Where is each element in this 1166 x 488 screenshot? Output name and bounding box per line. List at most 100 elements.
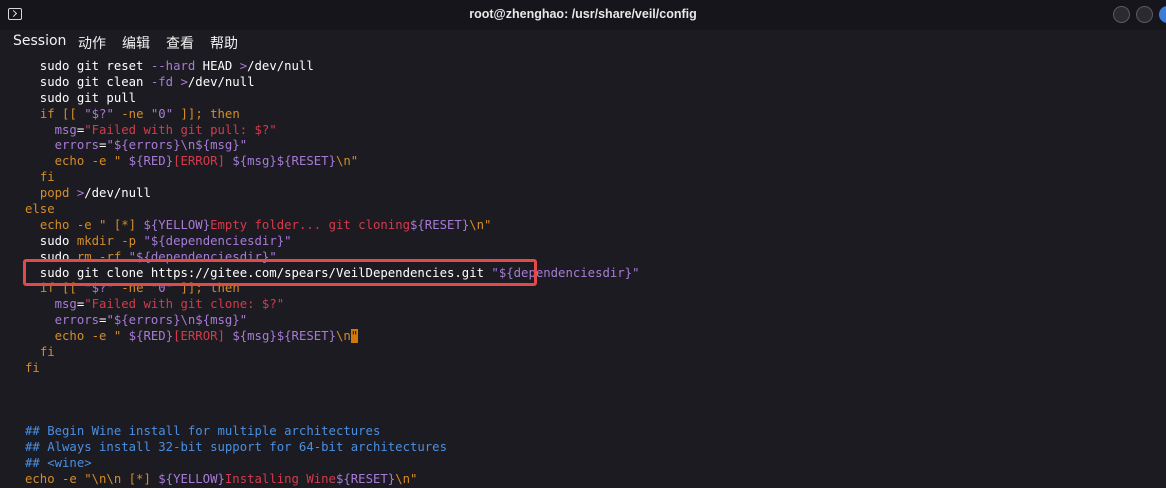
code-token: ${msg}${RESET} (232, 329, 336, 344)
code-token: sudo (25, 249, 77, 264)
code-token: msg (54, 122, 77, 137)
code-token: \n" (335, 154, 359, 169)
code-token: ## <wine> (25, 456, 92, 471)
code-token: ]]; then (173, 106, 240, 121)
code-token: /dev/null (84, 186, 151, 201)
code-token: ${YELLOW} (158, 472, 225, 487)
code-token: Empty folder... git cloning (210, 217, 410, 232)
terminal-line: if [[ "$?" -ne "0" ]]; then (0, 107, 1166, 123)
code-token: \n" (469, 217, 492, 232)
code-token: -ne (113, 281, 151, 296)
terminal-line: sudo git reset --hard HEAD >/dev/null (0, 59, 1166, 75)
code-token: echo -e " (54, 329, 129, 344)
menu-view[interactable]: 查看 (166, 33, 194, 53)
code-token: sudo git clone https://gitee.com/spears/… (25, 265, 492, 280)
code-token: ${RESET} (410, 217, 470, 232)
code-token: > (180, 74, 188, 89)
terminal-line: popd >/dev/null (0, 186, 1166, 202)
terminal-line: fi (0, 170, 1166, 186)
menu-help[interactable]: 帮助 (210, 33, 238, 53)
code-token: "$?" (84, 281, 114, 296)
code-token: fi (39, 170, 55, 185)
code-token: "${errors}\n${msg}" (106, 138, 248, 153)
code-token: ]]; then (173, 281, 240, 296)
code-token: popd (39, 186, 77, 201)
terminal-line: ## Always install 32-bit support for 64-… (0, 440, 1166, 456)
code-token: ${msg}${RESET} (232, 154, 336, 169)
terminal-line: if [[ "$?" -ne "0" ]]; then (0, 281, 1166, 297)
terminal-line: errors="${errors}\n${msg}" (0, 138, 1166, 154)
minimize-button[interactable] (1113, 6, 1130, 23)
terminal-line: ## Begin Wine install for multiple archi… (0, 424, 1166, 440)
menu-bar: Session 动作 编辑 查看 帮助 (0, 30, 1166, 54)
window-title: root@zhenghao: /usr/share/veil/config (469, 7, 697, 21)
code-token: -fd (150, 74, 174, 89)
terminal-line: echo -e " ${RED}[ERROR] ${msg}${RESET}\n… (0, 154, 1166, 170)
code-token: ${RED} (128, 154, 174, 169)
terminal-line: sudo git pull (0, 91, 1166, 107)
terminal-line: fi (0, 345, 1166, 361)
code-token: echo -e " (54, 154, 129, 169)
code-token: HEAD (195, 59, 240, 73)
maximize-button[interactable] (1136, 6, 1153, 23)
terminal-line: fi (0, 361, 1166, 377)
code-token: fi (39, 345, 55, 360)
code-token: sudo (25, 233, 77, 248)
terminal-line: else (0, 202, 1166, 218)
code-token: msg (54, 297, 77, 312)
code-token: sudo git reset (25, 59, 151, 73)
code-token: "Failed with git clone: $?" (84, 297, 285, 312)
menu-action[interactable]: 动作 (78, 33, 106, 53)
code-token: \n (335, 329, 351, 344)
terminal-output[interactable]: sudo git reset --hard HEAD >/dev/null su… (0, 59, 1166, 486)
menu-edit[interactable]: 编辑 (122, 33, 150, 53)
title-bar: root@zhenghao: /usr/share/veil/config (0, 0, 1166, 30)
code-token: sudo git clean (25, 74, 151, 89)
code-token: "${dependenciesdir}" (143, 233, 292, 248)
code-token: [ERROR] (173, 329, 233, 344)
code-token: errors (54, 138, 100, 153)
code-token: ## Begin Wine install for multiple archi… (25, 424, 381, 439)
code-token: sudo git pull (25, 90, 137, 105)
menu-session[interactable]: Session (13, 33, 66, 49)
code-token: ${YELLOW} (143, 217, 211, 232)
code-token: echo -e "\n\n [*] (25, 472, 159, 487)
code-token: "Failed with git pull: $?" (84, 122, 277, 137)
code-token: rm -rf (76, 249, 129, 264)
code-token: [ERROR] (173, 154, 233, 169)
code-token: -ne (113, 106, 151, 121)
code-token: else (25, 202, 55, 217)
terminal-line: sudo rm -rf "${dependenciesdir}" (0, 250, 1166, 266)
code-token: "${errors}\n${msg}" (106, 313, 248, 328)
code-token: fi (25, 360, 40, 375)
code-token: ${RED} (128, 329, 174, 344)
text-cursor: " (350, 329, 359, 344)
code-token: /dev/null (187, 74, 255, 89)
code-token: ## Always install 32-bit support for 64-… (25, 440, 447, 455)
code-token: echo -e " [*] (39, 217, 144, 232)
code-token: \n" (395, 472, 418, 487)
code-token: "0" (150, 106, 174, 121)
terminal-line: sudo git clean -fd >/dev/null (0, 75, 1166, 91)
terminal-line: sudo git clone https://gitee.com/spears/… (0, 266, 1166, 282)
terminal-line: echo -e " ${RED}[ERROR] ${msg}${RESET}\n… (0, 329, 1166, 345)
code-token: errors (54, 313, 100, 328)
code-token: "0" (150, 281, 174, 296)
code-token: mkdir -p (76, 233, 144, 248)
code-token: "${dependenciesdir}" (128, 249, 277, 264)
code-token: /dev/null (247, 59, 314, 73)
code-token: ${RESET} (335, 472, 396, 487)
terminal-line: echo -e " [*] ${YELLOW}Empty folder... g… (0, 218, 1166, 234)
